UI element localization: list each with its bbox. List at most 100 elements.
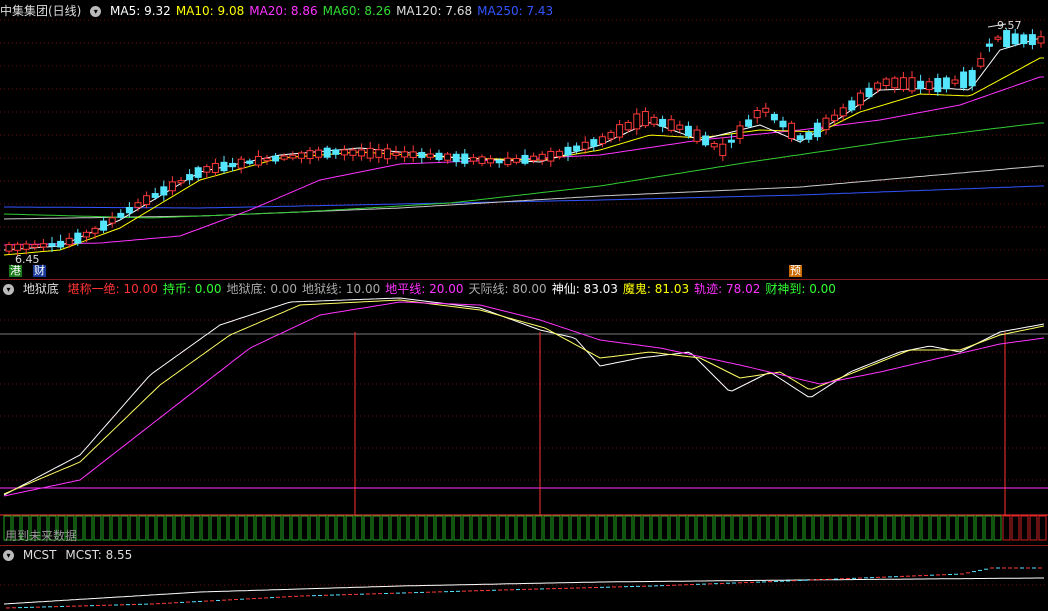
- settings-circle-icon[interactable]: ▾: [3, 284, 14, 295]
- ma-legend-item-1: MA10: 9.08: [175, 4, 245, 18]
- signal-bar: [264, 515, 273, 541]
- signal-bar: [822, 515, 831, 541]
- candle-up: [383, 148, 391, 160]
- signal-bar: [300, 515, 309, 541]
- candle-up: [340, 149, 348, 156]
- indicator-chart: [0, 297, 1048, 541]
- signal-bar: [201, 515, 210, 541]
- signal-bar: [453, 515, 462, 541]
- candle-down: [865, 87, 873, 98]
- signal-bar: [921, 515, 930, 541]
- signal-bar: [417, 515, 426, 541]
- candle-up: [581, 141, 589, 150]
- candle-down: [461, 153, 469, 164]
- signal-bar: [561, 515, 570, 541]
- price-pane[interactable]: 中集集团(日线) ▾ MA5: 9.32 MA10: 9.08 MA20: 8.86…: [0, 0, 1048, 280]
- signal-bar: [327, 515, 336, 541]
- signal-bar: [588, 515, 597, 541]
- candle-up: [882, 78, 890, 86]
- candle-down: [1020, 34, 1028, 45]
- candle-up: [788, 122, 796, 139]
- signal-bar: [309, 515, 318, 541]
- candle-down: [796, 135, 804, 141]
- candle-up: [736, 125, 744, 139]
- signal-bar: [282, 515, 291, 541]
- candle-up: [375, 149, 383, 158]
- signal-bar: [408, 515, 417, 541]
- candle-up: [358, 149, 366, 157]
- signal-bar: [111, 515, 120, 541]
- signal-bar: [156, 515, 165, 541]
- signal-bar: [534, 515, 543, 541]
- signal-bar: [129, 515, 138, 541]
- signal-bar: [975, 515, 984, 541]
- signal-bar: [507, 515, 516, 541]
- candle-up: [444, 153, 452, 161]
- signal-bar: [462, 515, 471, 541]
- signal-bar: [894, 515, 903, 541]
- forecast-tag[interactable]: 预: [789, 265, 802, 277]
- ma-legend-item-2: MA20: 8.86: [249, 4, 318, 18]
- pane-divider[interactable]: [0, 545, 1048, 546]
- mcst-title: MCST: [22, 548, 57, 562]
- signal-bar: [732, 515, 741, 541]
- signal-bar: [678, 515, 687, 541]
- candle-down: [702, 135, 710, 146]
- signal-bar: [867, 515, 876, 541]
- candle-down: [272, 155, 280, 162]
- candle-up: [134, 202, 142, 208]
- signal-bar: [624, 515, 633, 541]
- candle-down: [418, 151, 426, 158]
- signal-bar: [426, 515, 435, 541]
- candle-down: [332, 149, 340, 155]
- signal-bar: [336, 515, 345, 541]
- signal-bar: [1029, 515, 1038, 541]
- mcst-pane[interactable]: ▾ MCST MCST: 8.55: [0, 546, 1048, 611]
- settings-circle-icon[interactable]: ▾: [3, 550, 14, 561]
- candle-up: [31, 244, 39, 248]
- candle-up: [306, 150, 314, 160]
- signal-bar: [984, 515, 993, 541]
- candle-up: [555, 150, 563, 158]
- finance-tag[interactable]: 财: [33, 265, 46, 277]
- indicator-legend-item-3: 地狱线: 10.00: [302, 282, 381, 296]
- candle-up: [512, 157, 520, 163]
- candle-down: [805, 132, 813, 140]
- signal-bar: [1002, 515, 1011, 541]
- hk-tag[interactable]: 港: [9, 265, 22, 277]
- candle-up: [822, 117, 830, 131]
- candle-up: [65, 237, 73, 246]
- candle-up: [633, 113, 641, 130]
- settings-circle-icon[interactable]: ▾: [90, 6, 102, 17]
- candle-down: [934, 77, 942, 93]
- candle-up: [693, 129, 701, 142]
- candle-down: [220, 161, 228, 172]
- candle-up: [108, 217, 116, 224]
- indicator-pane[interactable]: ▾ 地狱底 堪称一绝: 10.00 持币: 0.00 地狱底: 0.00 地狱线: 1…: [0, 280, 1048, 546]
- candle-down: [452, 153, 460, 163]
- candle-up: [641, 111, 649, 127]
- signal-bar: [813, 515, 822, 541]
- signal-bar: [363, 515, 372, 541]
- signal-bar: [192, 515, 201, 541]
- ma-legend-item-5: MA250: 7.43: [477, 4, 554, 18]
- candle-up: [1037, 36, 1045, 44]
- candle-up: [624, 121, 632, 131]
- candle-down: [57, 240, 65, 248]
- candle-down: [684, 125, 692, 137]
- signal-bar: [705, 515, 714, 541]
- signal-bar: [840, 515, 849, 541]
- candlestick-chart: [0, 19, 1048, 256]
- signal-bar: [939, 515, 948, 541]
- candle-down: [985, 43, 993, 47]
- signal-bar: [183, 515, 192, 541]
- candle-up: [874, 82, 882, 90]
- signal-bar: [390, 515, 399, 541]
- candle-down: [968, 70, 976, 87]
- signal-bar: [687, 515, 696, 541]
- signal-bar: [885, 515, 894, 541]
- candle-down: [100, 220, 108, 231]
- candle-down: [495, 160, 503, 164]
- signal-bar: [786, 515, 795, 541]
- candle-down: [160, 186, 168, 196]
